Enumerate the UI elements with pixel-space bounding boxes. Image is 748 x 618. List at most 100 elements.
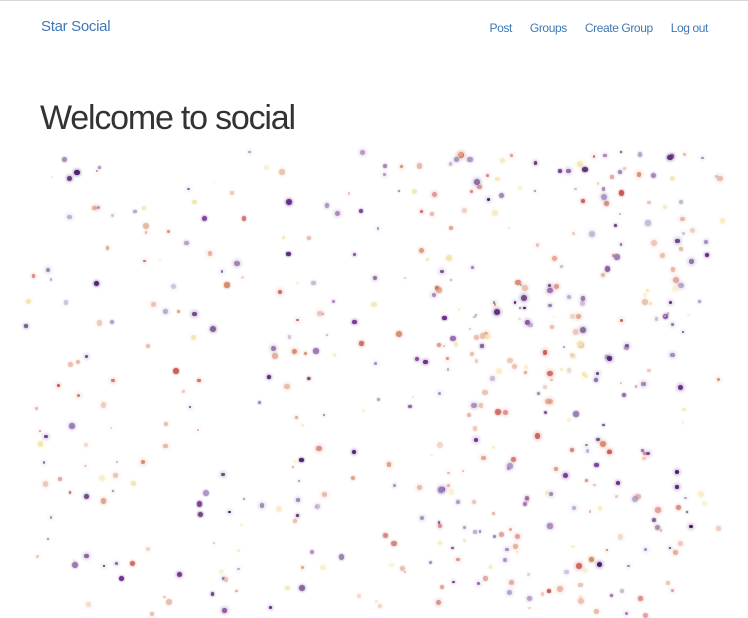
particle-dot (248, 151, 251, 154)
particle-dot (703, 240, 708, 245)
particle-dot (338, 553, 345, 560)
particle-dot (576, 563, 582, 569)
particle-dot (482, 389, 489, 396)
particle-dot (166, 230, 171, 234)
particle-dot (491, 210, 498, 216)
particle-dot (267, 374, 271, 379)
particle-dot (620, 151, 623, 154)
particle-dot (298, 480, 301, 483)
particle-dot (471, 403, 477, 409)
particle-dot (462, 526, 466, 530)
particle-dot (476, 581, 480, 585)
particle-dot (446, 368, 450, 371)
particle-dot (282, 236, 286, 240)
particle-dot (275, 505, 282, 512)
particle-dot (67, 214, 72, 220)
particle-dot (597, 505, 603, 511)
particle-dot (57, 476, 63, 482)
particle-dot (391, 540, 397, 547)
particle-dot (39, 429, 42, 432)
particle-dot (93, 280, 100, 287)
nav-link-create-group[interactable]: Create Group (585, 21, 653, 35)
particle-dot (600, 441, 606, 448)
particle-dot (678, 384, 684, 390)
particle-dot (437, 521, 441, 524)
particle-dot (382, 533, 388, 539)
particle-dot (472, 426, 478, 431)
particle-dot (46, 538, 50, 541)
particle-dot (279, 169, 286, 175)
particle-dot (450, 335, 456, 342)
particle-dot (71, 561, 78, 568)
particle-dot (113, 473, 119, 479)
particle-dot (352, 319, 357, 324)
particle-dot (115, 460, 119, 464)
particle-dot (701, 500, 707, 507)
particle-dot (235, 590, 238, 593)
particle-dot (397, 189, 401, 192)
particle-dot (678, 246, 683, 251)
particle-dot (414, 356, 420, 362)
particle-dot (481, 455, 487, 461)
particle-dot (396, 330, 403, 337)
particle-dot (583, 374, 588, 378)
particle-dot (453, 342, 459, 348)
particle-dot (494, 309, 500, 316)
nav-link-log-out[interactable]: Log out (671, 21, 709, 35)
particle-dot (129, 560, 136, 567)
particle-dot (100, 498, 107, 504)
particle-dot (624, 344, 630, 350)
particle-dot (455, 499, 460, 504)
particle-dot (313, 348, 319, 354)
particle-dot (307, 236, 311, 241)
particle-dot (49, 516, 53, 519)
particle-dot (239, 523, 243, 527)
particle-dot (84, 493, 90, 499)
particle-dot (221, 472, 225, 477)
particle-dot (583, 568, 589, 574)
nav-link-groups[interactable]: Groups (530, 21, 567, 35)
particle-dot (685, 511, 689, 514)
particle-dot (224, 282, 230, 288)
particle-dot (237, 567, 240, 571)
particle-dot (463, 539, 466, 542)
particle-dot (188, 405, 192, 408)
particle-dot (163, 595, 166, 599)
particle-dot (420, 516, 425, 521)
particle-dot (534, 432, 541, 439)
particle-dot (523, 306, 526, 309)
particle-dot (470, 190, 474, 194)
particle-dot (547, 398, 554, 405)
particle-dot (571, 544, 575, 548)
particle-dot (432, 191, 438, 197)
particle-dot (604, 266, 610, 272)
nav-link-post[interactable]: Post (489, 21, 512, 35)
particle-dot (457, 308, 461, 311)
particle-dot (650, 172, 657, 178)
particle-dot (645, 451, 650, 456)
particle-dot (456, 557, 460, 562)
particle-dot (697, 490, 704, 497)
particle-dot (446, 356, 450, 360)
particle-dot (670, 352, 675, 358)
particle-dot (527, 322, 533, 328)
particle-dot (173, 368, 179, 374)
particle-dot (403, 276, 407, 280)
particle-dot (601, 187, 605, 191)
particle-dot (316, 445, 322, 452)
particle-dot (300, 424, 304, 427)
particle-dot (264, 165, 270, 170)
brand-link[interactable]: Star Social (41, 18, 111, 35)
particle-dot (571, 231, 575, 235)
particle-dot (632, 495, 639, 502)
particle-dot (675, 505, 681, 511)
top-navbar: Star Social Post Groups Create Group Log… (0, 1, 748, 61)
particle-dot (547, 287, 553, 294)
particle-dot (66, 175, 72, 181)
page-title: Welcome to social (40, 99, 296, 137)
particle-dot (110, 214, 114, 218)
particle-dot (149, 611, 154, 616)
particle-dot (646, 368, 651, 373)
particle-dot (177, 310, 180, 313)
particle-dot (376, 397, 381, 402)
